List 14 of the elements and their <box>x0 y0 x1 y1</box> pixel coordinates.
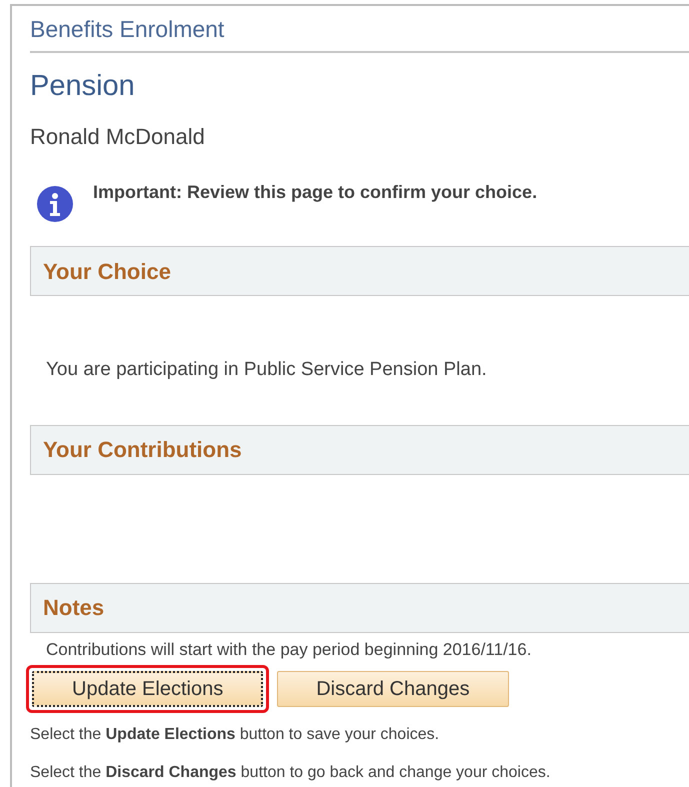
instruction-text: Select the Update Elections button to save your choices. <box>30 726 440 742</box>
section-text: You are participating in Public Service Pension Plan. <box>46 359 487 380</box>
section-header: Your Choice <box>30 246 689 296</box>
section-header: Your Contributions <box>30 424 689 474</box>
header-title: Benefits Enrolment <box>30 16 224 42</box>
info-icon <box>37 186 73 222</box>
instruction-text: Select the Discard Changes button to go back and change your choices. <box>30 764 550 780</box>
employee-name: Ronald McDonald <box>30 124 205 149</box>
action-button[interactable]: Discard Changes <box>277 670 509 706</box>
page-title: Pension <box>30 70 135 102</box>
section-text: Contributions will start with the pay period beginning 2016/11/16. <box>46 640 532 658</box>
info-message: Important: Review this page to confirm your choice. <box>93 181 538 204</box>
action-button[interactable]: Update Elections <box>32 670 264 706</box>
section-header: Notes <box>30 582 689 632</box>
